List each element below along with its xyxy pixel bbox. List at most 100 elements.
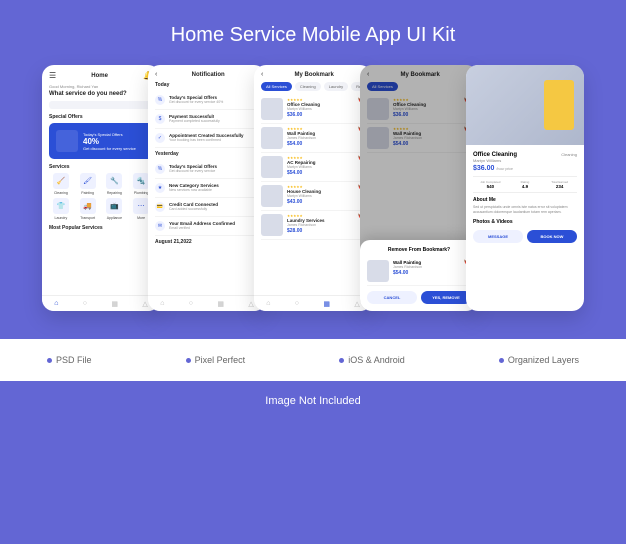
about-label: About Me [473,197,577,203]
notification-item[interactable]: ✓Appointment Created SuccessfullyYour bo… [155,129,259,148]
notification-icon: ✓ [155,133,165,143]
service-thumbnail [261,214,283,236]
filter-chip[interactable]: All Services [261,82,292,91]
tab-home-icon[interactable]: ⌂ [54,300,58,307]
tab-home-icon[interactable]: ⌂ [160,300,164,307]
tab-bookmark-icon[interactable]: ▦ [111,300,118,308]
bookmark-item[interactable]: ★★★★★Wall PaintingJames Richardson$54.00… [261,124,365,153]
section-today: Today [155,82,259,88]
sheet-item: Wall Painting James Richardson $54.00 🔖 [367,257,471,286]
service-tile[interactable]: 🧹 Cleaning [49,173,73,195]
notification-subtitle: Get discount for every service 40% [169,100,223,104]
offer-illustration [56,130,78,152]
feature-label: Pixel Perfect [195,355,246,365]
service-label: Plumbing [134,191,149,195]
service-icon: 🚚 [80,198,96,214]
service-tile[interactable]: 👕 Laundry [49,198,73,220]
price-suffix: /hour price [496,167,513,171]
notification-item[interactable]: %Today's Special OffersGet discount for … [155,91,259,110]
notification-subtitle: New services now available [169,188,219,192]
bookmark-item[interactable]: ★★★★★House CleaningMartyn Williams$43.00… [261,182,365,211]
image-not-included-note: Image Not Included [0,381,626,421]
bookmark-item[interactable]: ★★★★★Laundry ServicesJames Richardson$28… [261,211,365,240]
section-label-popular: Most Popular Services [49,225,153,231]
service-thumbnail [261,127,283,149]
tab-profile-icon[interactable]: △ [354,300,359,308]
message-button[interactable]: MESSAGE [473,230,523,243]
cancel-button[interactable]: CANCEL [367,291,417,304]
service-thumbnail [261,185,283,207]
phone-bookmark: ‹ My Bookmark All ServicesCleaningLaundr… [254,65,372,311]
bottom-tabbar: ⌂ ○ ▦ △ [254,295,372,311]
offer-percent: 40% [83,137,136,146]
service-icon: 🧹 [53,173,69,189]
filter-chip[interactable]: Cleaning [295,82,321,91]
back-icon[interactable]: ‹ [261,71,263,78]
service-price: $28.00 [287,228,354,234]
bullet-icon [499,358,504,363]
bottom-tabbar: ⌂ ○ ▦ △ [148,295,266,311]
tab-bookmark-icon[interactable]: ▦ [217,300,224,308]
tab-home-icon[interactable]: ⌂ [266,300,270,307]
tab-search-icon[interactable]: ○ [189,300,193,307]
service-provider: Martyn Williams [287,194,354,198]
service-label: Painting [81,191,94,195]
feature-item: Organized Layers [499,355,579,365]
service-tile[interactable]: 🚚Transport [76,198,100,220]
service-label: Cleaning [54,191,68,195]
service-provider: James Richardson [393,265,460,269]
notification-icon: $ [155,114,165,124]
phone-mockups-row: ☰ Home 🔔 Good Morning, Richard Yan What … [0,65,626,311]
phone-service-detail: Office Cleaning Martyn Williams Cleaning… [466,65,584,311]
notification-item[interactable]: ✉Your Email Address ConfirmedEmail verif… [155,217,259,236]
stat-block: Total Earned234 [542,180,577,189]
notification-subtitle: Your booking has been confirmed [169,138,244,142]
phone-home: ☰ Home 🔔 Good Morning, Richard Yan What … [42,65,160,311]
bottom-tabbar: ⌂ ○ ▦ △ [42,295,160,311]
service-tile[interactable]: 🖌Painting [76,173,100,195]
service-provider: Martyn Williams [287,107,354,111]
tab-profile-icon[interactable]: △ [142,300,147,308]
feature-label: Organized Layers [508,355,579,365]
service-icon: 👕 [53,198,69,214]
notification-subtitle: Card added successfully [169,207,218,211]
filter-chip[interactable]: Laundry [324,82,348,91]
service-price: $54.00 [287,141,354,147]
page-title: Notification [192,72,225,78]
notification-item[interactable]: 💳Credit Card ConnectedCard added success… [155,198,259,217]
notification-item[interactable]: ★New Category ServicesNew services now a… [155,179,259,198]
bookmark-item[interactable]: ★★★★★AC RepairingMartyn Williams$54.00🔖 [261,153,365,182]
notification-item[interactable]: $Payment Successful!Payment completed su… [155,110,259,129]
stat-block: Job Completed540 [473,180,508,189]
service-tile[interactable]: 📺Appliance [103,198,127,220]
tab-bookmark-icon[interactable]: ▦ [323,300,330,308]
service-provider: Martyn Williams [473,158,517,163]
notification-icon: % [155,95,165,105]
prompt-text: What service do you need? [49,91,153,97]
bullet-icon [186,358,191,363]
bookmark-item[interactable]: ★★★★★Office CleaningMartyn Williams$36.0… [261,95,365,124]
menu-icon[interactable]: ☰ [49,71,56,80]
service-icon: 🔩 [133,173,149,189]
kit-title: Home Service Mobile App UI Kit [0,0,626,65]
service-tile[interactable]: 🔧Repairing [103,173,127,195]
service-price: $43.00 [287,199,354,205]
service-icon: 📺 [106,198,122,214]
remove-button[interactable]: YES, REMOVE [421,291,471,304]
notification-subtitle: Email verified [169,226,235,230]
search-input[interactable] [49,101,153,109]
service-label: Laundry [55,216,68,220]
stat-value: 540 [473,184,508,189]
service-price: $36.00 [287,112,354,118]
notification-item[interactable]: %Today's Special OffersGet discount for … [155,160,259,179]
service-thumbnail [261,98,283,120]
tab-search-icon[interactable]: ○ [295,300,299,307]
book-now-button[interactable]: BOOK NOW [527,230,577,243]
tab-search-icon[interactable]: ○ [83,300,87,307]
filter-chips: All ServicesCleaningLaundryRepairing [261,82,365,91]
special-offer-card[interactable]: Today's Special Offers 40% Get discount … [49,123,153,159]
tab-profile-icon[interactable]: △ [248,300,253,308]
back-icon[interactable]: ‹ [155,71,157,78]
feature-item: iOS & Android [339,355,405,365]
service-price: $36.00 [473,165,494,172]
